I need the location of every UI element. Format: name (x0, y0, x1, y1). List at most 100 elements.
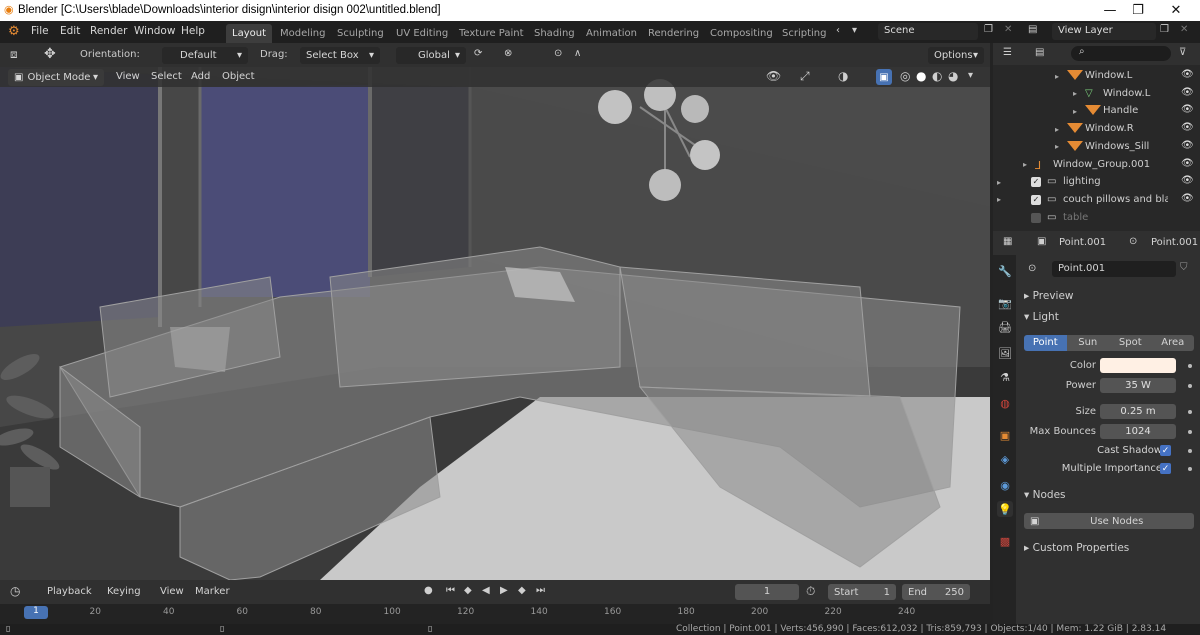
light-section[interactable]: ▾ Light (1024, 311, 1059, 323)
outliner-row[interactable]: ▸ ▽ Window.L 👁 (993, 85, 1200, 103)
next-keyframe-icon[interactable]: ◆ (518, 585, 526, 596)
tab-scripting[interactable]: Scripting (776, 24, 832, 43)
menu-edit[interactable]: Edit (60, 25, 80, 37)
texture-tab-icon[interactable]: ▩ (997, 533, 1013, 549)
falloff-icon[interactable]: ∧ (574, 48, 581, 59)
eye-icon[interactable]: 👁 (1181, 69, 1194, 80)
filter-icon[interactable]: ⊽ (1179, 47, 1186, 58)
move-tool-icon[interactable]: ✥ (44, 46, 56, 62)
overlays-icon[interactable]: ◑ (838, 69, 848, 83)
eye-icon[interactable]: 👁 (1181, 104, 1194, 115)
outliner-row[interactable]: ▸ ✓ ▭ couch pillows and blackets 👁 (993, 191, 1200, 209)
menu-help[interactable]: Help (181, 25, 205, 37)
object-tab-icon[interactable]: ▣ (997, 427, 1013, 443)
eye-icon[interactable]: 👁 (1181, 140, 1194, 151)
tool-tab-icon[interactable]: 🔧 (997, 263, 1013, 279)
render-tab-icon[interactable]: 📷 (997, 295, 1013, 311)
new-view-layer-icon[interactable]: ❐ (1160, 24, 1169, 35)
datablock-field[interactable]: Point.001 (1052, 261, 1176, 277)
eye-icon[interactable]: 👁 (1181, 175, 1194, 186)
collection-checkbox[interactable] (1031, 212, 1041, 223)
jump-end-icon[interactable]: ⏭ (536, 585, 545, 596)
play-icon[interactable]: ▶ (500, 585, 508, 596)
rendered-shading-icon[interactable]: ◕ (948, 69, 958, 83)
visibility-icon[interactable]: 👁 (766, 69, 781, 83)
prev-keyframe-icon[interactable]: ◆ (464, 585, 472, 596)
light-type-point[interactable]: Point (1024, 335, 1067, 351)
properties-editor-icon[interactable]: ▦ (1003, 236, 1012, 247)
play-reverse-icon[interactable]: ◀ (482, 585, 490, 596)
eye-icon[interactable]: 👁 (1181, 193, 1194, 204)
keyframe-dot-icon[interactable] (1188, 430, 1192, 434)
outliner-row[interactable]: ▸ Window.L 👁 (993, 67, 1200, 85)
expand-icon[interactable]: ▸ (1023, 160, 1027, 169)
outliner-row[interactable]: ▭ table (993, 209, 1200, 227)
current-frame-field[interactable]: 1 (735, 584, 799, 600)
property-field[interactable]: 35 W (1100, 378, 1176, 393)
outliner-row[interactable]: ▸ ✓ ▭ lighting 👁 (993, 173, 1200, 191)
scene-selector[interactable]: Scene (878, 23, 978, 40)
start-frame-field[interactable]: Start 1 (828, 584, 896, 600)
gizmo-icon[interactable]: ⤢ (800, 69, 810, 84)
constraints-tab-icon[interactable]: ◈ (997, 451, 1013, 467)
viewport-menu-select[interactable]: Select (151, 71, 182, 82)
tab-modeling[interactable]: Modeling (274, 24, 332, 43)
view-layer-selector[interactable]: View Layer (1052, 23, 1156, 40)
collection-checkbox[interactable]: ✓ (1031, 177, 1041, 188)
close-button[interactable]: ✕ (1158, 0, 1194, 21)
expand-icon[interactable]: ▸ (1073, 107, 1077, 116)
expand-icon[interactable]: ▸ (1055, 125, 1059, 134)
viewport-menu-add[interactable]: Add (191, 71, 210, 82)
fake-user-icon[interactable]: ⛉ (1180, 262, 1188, 273)
collection-checkbox[interactable]: ✓ (1031, 194, 1041, 205)
viewport-menu-view[interactable]: View (116, 71, 140, 82)
drag-dropdown[interactable]: Select Box ▾ (300, 47, 380, 64)
stopwatch-icon[interactable]: ⏱ (806, 584, 815, 599)
viewport-menu-object[interactable]: Object (222, 71, 255, 82)
view-layer-icon[interactable]: ▤ (1028, 24, 1037, 35)
timeline-ruler[interactable]: 1 20 40 60 80 100 120 140 160 180 200 220 240 (0, 604, 990, 624)
keyframe-dot-icon[interactable] (1188, 364, 1192, 368)
nodes-section[interactable]: ▾ Nodes (1024, 489, 1066, 501)
expand-icon[interactable]: ▸ (997, 195, 1001, 204)
property-checkbox[interactable]: ✓ (1160, 445, 1171, 456)
delete-view-layer-icon[interactable]: ✕ (1180, 24, 1188, 35)
menu-window[interactable]: Window (134, 25, 175, 37)
outliner-row[interactable]: ▸ ⅃ Window_Group.001 👁 (993, 156, 1200, 174)
shading-options-icon[interactable]: ▾ (968, 70, 973, 81)
timeline-menu-keying[interactable]: Keying (107, 586, 141, 597)
eye-icon[interactable]: 👁 (1181, 122, 1194, 133)
property-checkbox[interactable]: ✓ (1160, 463, 1171, 474)
timeline-menu-view[interactable]: View (160, 586, 184, 597)
display-mode-icon[interactable]: ▤ (1035, 47, 1044, 58)
light-datablock-icon[interactable]: ⊙ (1028, 263, 1036, 274)
menu-render[interactable]: Render (90, 25, 127, 37)
output-tab-icon[interactable]: 🖨 (997, 319, 1013, 335)
timeline-menu-marker[interactable]: Marker (195, 586, 230, 597)
new-scene-icon[interactable]: ❐ (984, 24, 993, 35)
proportional-edit-icon[interactable]: ⊙ (554, 48, 562, 59)
expand-icon[interactable]: ▸ (1055, 142, 1059, 151)
world-tab-icon[interactable]: ◍ (997, 395, 1013, 411)
options-button[interactable]: Options ▾ (928, 47, 984, 64)
timeline-editor-icon[interactable]: ◷ (10, 584, 20, 598)
jump-start-icon[interactable]: ⏮ (446, 585, 455, 596)
light-type-spot[interactable]: Spot (1109, 335, 1152, 351)
tab-texture-paint[interactable]: Texture Paint (453, 24, 530, 43)
delete-scene-icon[interactable]: ✕ (1004, 24, 1012, 35)
orientation-dropdown[interactable]: Default ▾ (162, 47, 248, 64)
menu-file[interactable]: File (31, 25, 49, 37)
xray-toggle-icon[interactable]: ▣ (876, 69, 892, 85)
tab-shading[interactable]: Shading (528, 24, 581, 43)
property-field[interactable] (1100, 358, 1176, 373)
outliner-search-input[interactable]: ⌕ (1071, 46, 1171, 61)
tab-animation[interactable]: Animation (580, 24, 643, 43)
outliner-row[interactable]: ▸ Window.R 👁 (993, 120, 1200, 138)
keyframe-dot-icon[interactable] (1188, 384, 1192, 388)
scene-icon[interactable]: ▾ (852, 25, 857, 36)
keyframe-dot-icon[interactable] (1188, 410, 1192, 414)
editor-type-icon[interactable]: ⧈ (10, 47, 18, 62)
tab-scroll-icon[interactable]: ‹ (836, 25, 840, 36)
record-icon[interactable]: ● (424, 585, 433, 596)
wireframe-shading-icon[interactable]: ◎ (900, 69, 910, 83)
